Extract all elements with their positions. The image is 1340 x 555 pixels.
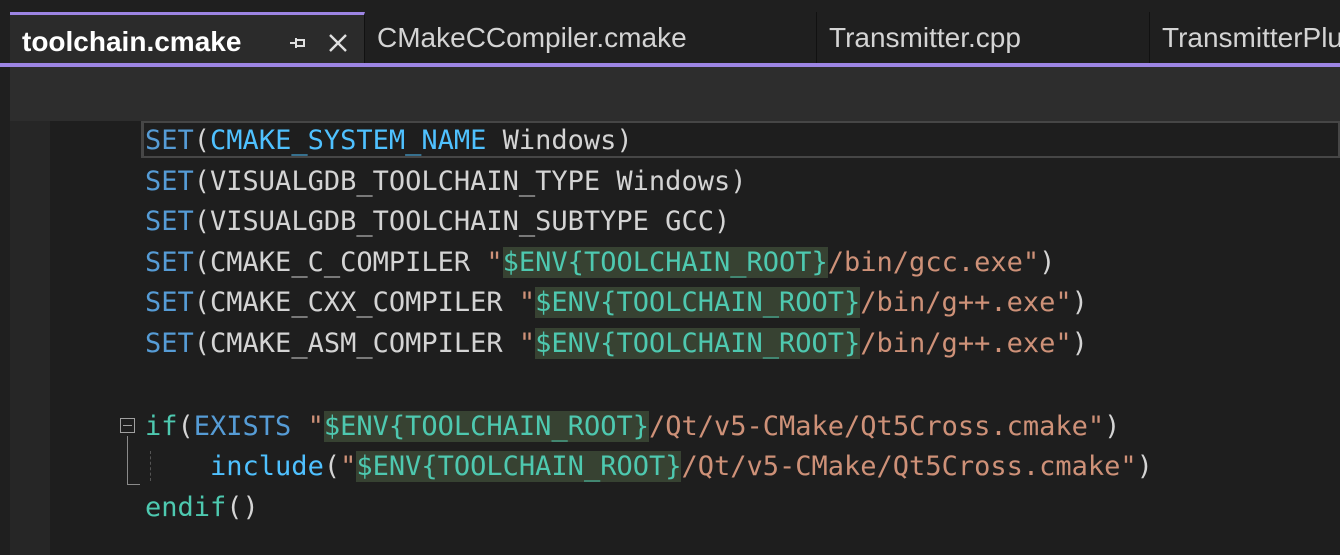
code-line-8: if(EXISTS "$ENV{TOOLCHAIN_ROOT}/Qt/v5-CM… — [145, 411, 1121, 442]
code-line-9: include("$ENV{TOOLCHAIN_ROOT}/Qt/v5-CMak… — [210, 451, 1153, 482]
fold-guide-end — [127, 484, 140, 485]
collapse-icon[interactable] — [120, 418, 135, 433]
left-edge — [0, 0, 10, 555]
tab-transmitterplugin[interactable]: TransmitterPlu — [1150, 12, 1340, 63]
editor-gutter — [10, 121, 50, 555]
tab-transmitter-cpp[interactable]: Transmitter.cpp — [817, 12, 1150, 63]
tab-toolchain-cmake[interactable]: toolchain.cmake — [10, 12, 365, 63]
fold-guide-line — [127, 436, 128, 484]
tab-label: CMakeCCompiler.cmake — [377, 22, 687, 53]
tab-label: Transmitter.cpp — [829, 22, 1021, 53]
tab-label: toolchain.cmake — [22, 26, 242, 57]
navigation-bar[interactable] — [10, 67, 1340, 121]
tab-label: TransmitterPlu — [1162, 22, 1340, 53]
tab-cmakeccompiler[interactable]: CMakeCCompiler.cmake — [365, 12, 817, 63]
code-editor[interactable]: SET(CMAKE_SYSTEM_NAME Windows) SET(VISUA… — [10, 121, 1340, 555]
code-line-2: SET(VISUALGDB_TOOLCHAIN_TYPE Windows) — [145, 166, 747, 197]
code-line-5: SET(CMAKE_CXX_COMPILER "$ENV{TOOLCHAIN_R… — [145, 287, 1088, 318]
pin-icon[interactable] — [282, 27, 314, 59]
code-line-10: endif() — [145, 492, 259, 523]
code-line-4: SET(CMAKE_C_COMPILER "$ENV{TOOLCHAIN_ROO… — [145, 247, 1056, 278]
code-line-3: SET(VISUALGDB_TOOLCHAIN_SUBTYPE GCC) — [145, 206, 731, 237]
code-line-6: SET(CMAKE_ASM_COMPILER "$ENV{TOOLCHAIN_R… — [145, 328, 1088, 359]
close-icon[interactable] — [322, 27, 354, 59]
code-line-1: SET(CMAKE_SYSTEM_NAME Windows) — [145, 125, 633, 156]
document-tab-bar: toolchain.cmake CMakeCCompiler.cmake Tra… — [0, 0, 1340, 67]
